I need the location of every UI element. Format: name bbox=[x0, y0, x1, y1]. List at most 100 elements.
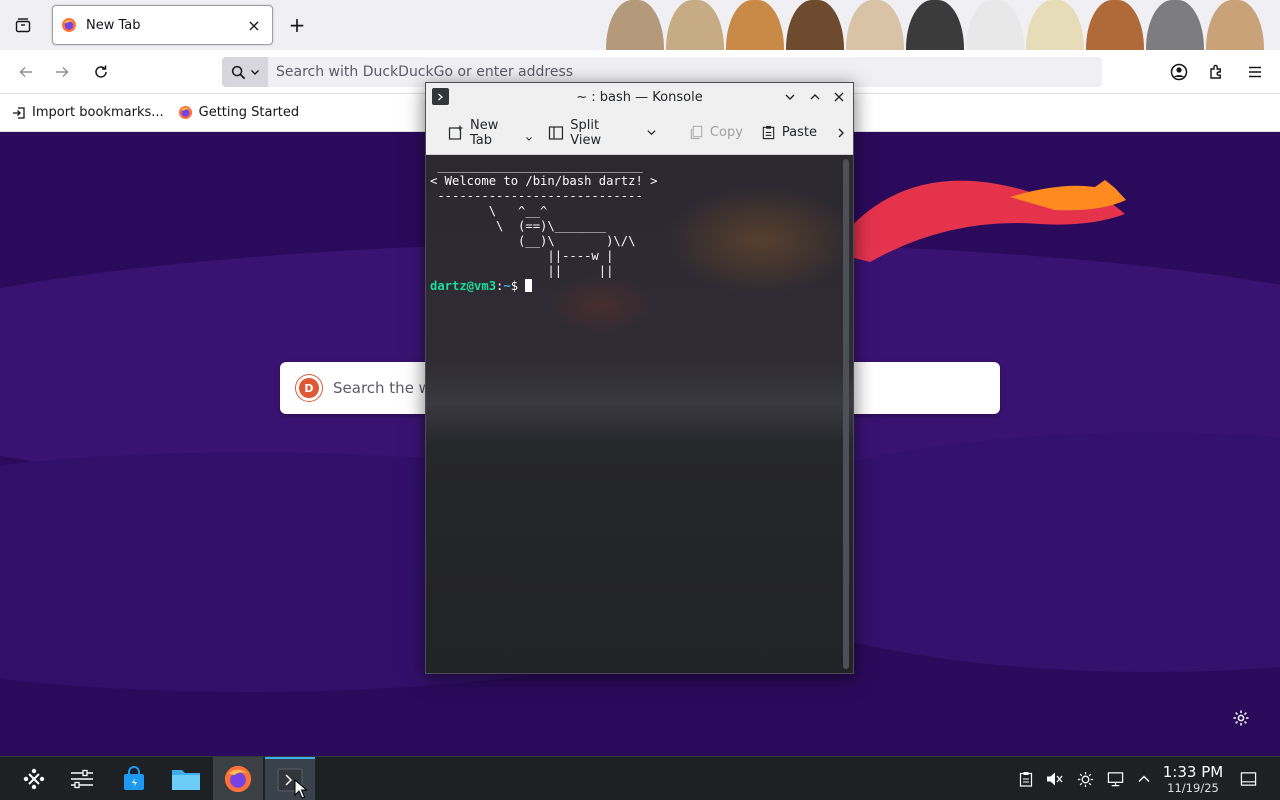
puppy-image bbox=[606, 0, 664, 50]
konsole-new-tab-button[interactable]: New Tab bbox=[442, 118, 538, 148]
account-button[interactable] bbox=[1165, 58, 1193, 86]
paste-label: Paste bbox=[781, 125, 817, 140]
new-tab-button[interactable]: + bbox=[283, 11, 311, 39]
tab-list-button[interactable] bbox=[8, 10, 38, 40]
terminal-line: ---------------------------- bbox=[430, 189, 643, 203]
digital-clock[interactable]: 1:33 PM 11/19/25 bbox=[1160, 763, 1226, 795]
brightness-tray-button[interactable] bbox=[1075, 769, 1095, 789]
url-input[interactable]: Search with DuckDuckGo or enter address bbox=[276, 64, 573, 80]
reload-button[interactable] bbox=[87, 58, 115, 86]
minimize-button[interactable] bbox=[780, 87, 800, 107]
tab-title: New Tab bbox=[86, 17, 141, 33]
chevron-down-icon bbox=[647, 130, 656, 136]
system-settings-launcher[interactable] bbox=[58, 757, 106, 800]
firefox-icon bbox=[62, 18, 76, 32]
prompt-line[interactable]: dartz@vm3:~$ bbox=[430, 279, 657, 294]
search-engine-button[interactable] bbox=[222, 57, 268, 87]
bookmark-import[interactable]: Import bookmarks... bbox=[12, 105, 164, 120]
theme-artwork bbox=[600, 0, 1280, 50]
prompt-symbol: $ bbox=[510, 279, 519, 293]
toolbar-overflow-button[interactable] bbox=[829, 118, 853, 148]
chevron-down-icon bbox=[785, 94, 795, 100]
clipboard-icon bbox=[1019, 772, 1033, 787]
puppy-image bbox=[846, 0, 904, 50]
paste-button[interactable]: Paste bbox=[755, 118, 823, 148]
konsole-window[interactable]: ~ : bash — Konsole New Tab Split View Co… bbox=[425, 82, 854, 674]
arrow-left-icon bbox=[19, 67, 32, 77]
folder-icon bbox=[172, 770, 200, 790]
close-icon bbox=[834, 92, 844, 102]
text-cursor bbox=[525, 279, 533, 292]
gear-icon bbox=[1233, 710, 1249, 726]
arrow-right-icon bbox=[56, 67, 69, 77]
firefox-fox-illustration bbox=[830, 180, 1126, 262]
puppy-image bbox=[1086, 0, 1144, 50]
close-tab-button[interactable]: × bbox=[244, 15, 264, 35]
store-bag-icon bbox=[124, 766, 144, 790]
terminal-area[interactable]: ____________________________ < Welcome to… bbox=[426, 155, 853, 673]
terminal-icon[interactable] bbox=[432, 88, 449, 105]
puppy-image bbox=[1206, 0, 1264, 50]
copy-icon bbox=[690, 125, 703, 140]
chevron-right-icon bbox=[838, 128, 844, 137]
chevron-down-icon bbox=[526, 136, 533, 141]
terminal-output: ____________________________ < Welcome to… bbox=[430, 159, 657, 294]
puppy-image bbox=[666, 0, 724, 50]
prompt-path: ~ bbox=[503, 279, 511, 293]
puzzle-icon bbox=[1210, 64, 1221, 79]
split-view-label: Split View bbox=[570, 117, 602, 148]
back-button[interactable] bbox=[12, 58, 40, 86]
puppy-image bbox=[1026, 0, 1084, 50]
paste-icon bbox=[762, 125, 775, 140]
split-view-button[interactable]: Split View bbox=[542, 118, 663, 148]
puppy-image bbox=[906, 0, 964, 50]
prompt-user-host: dartz@vm3 bbox=[430, 279, 497, 293]
maximize-button[interactable] bbox=[805, 87, 825, 107]
volume-muted-icon bbox=[1047, 772, 1063, 786]
terminal-line: \ ^__^ bbox=[430, 204, 548, 218]
tab-new-tab[interactable]: New Tab × bbox=[52, 5, 273, 45]
network-wired-icon bbox=[1107, 772, 1123, 787]
clipboard-tray-button[interactable] bbox=[1016, 769, 1036, 789]
show-hidden-icons-button[interactable] bbox=[1134, 769, 1154, 789]
firefox-icon bbox=[178, 105, 192, 120]
menu-button[interactable] bbox=[1241, 58, 1269, 86]
launcher-icon bbox=[23, 768, 45, 790]
terminal-background-blur bbox=[666, 185, 853, 295]
bookmark-label: Import bookmarks... bbox=[32, 105, 164, 120]
firefox-icon bbox=[224, 765, 252, 793]
close-window-button[interactable] bbox=[829, 87, 849, 107]
new-tab-label: New Tab bbox=[469, 117, 499, 148]
chevron-down-icon bbox=[250, 70, 259, 75]
terminal-line: (__)\ )\/\ bbox=[430, 234, 636, 248]
discover-launcher[interactable] bbox=[110, 757, 158, 800]
volume-tray-button[interactable] bbox=[1045, 769, 1065, 789]
terminal-line: ||----w | bbox=[430, 249, 614, 263]
terminal-scrollbar[interactable] bbox=[843, 159, 849, 669]
clock-time: 1:33 PM bbox=[1162, 763, 1224, 781]
customize-newtab-button[interactable] bbox=[1230, 707, 1252, 729]
tab-list-icon bbox=[15, 18, 31, 33]
browser-tab-bar: New Tab × + bbox=[0, 0, 1280, 50]
duckduckgo-icon: D bbox=[296, 375, 322, 401]
search-icon bbox=[231, 65, 245, 79]
extensions-button[interactable] bbox=[1203, 58, 1231, 86]
copy-button[interactable]: Copy bbox=[683, 118, 749, 148]
forward-button[interactable] bbox=[48, 58, 76, 86]
new-tab-icon bbox=[448, 125, 463, 140]
konsole-titlebar[interactable]: ~ : bash — Konsole bbox=[426, 83, 853, 111]
application-launcher[interactable] bbox=[10, 757, 58, 800]
puppy-image bbox=[966, 0, 1024, 50]
terminal-line: < Welcome to /bin/bash dartz! > bbox=[430, 174, 658, 188]
hamburger-icon bbox=[1249, 66, 1261, 78]
mouse-cursor-icon bbox=[294, 779, 308, 799]
firefox-task[interactable] bbox=[213, 757, 263, 800]
bookmark-getting-started[interactable]: Getting Started bbox=[178, 105, 299, 120]
show-desktop-button[interactable] bbox=[1238, 769, 1258, 789]
puppy-image bbox=[786, 0, 844, 50]
network-tray-button[interactable] bbox=[1105, 769, 1125, 789]
file-manager-launcher[interactable] bbox=[162, 757, 210, 800]
chevron-up-icon bbox=[1138, 775, 1150, 782]
puppy-image bbox=[1146, 0, 1204, 50]
settings-sliders-icon bbox=[71, 769, 93, 789]
